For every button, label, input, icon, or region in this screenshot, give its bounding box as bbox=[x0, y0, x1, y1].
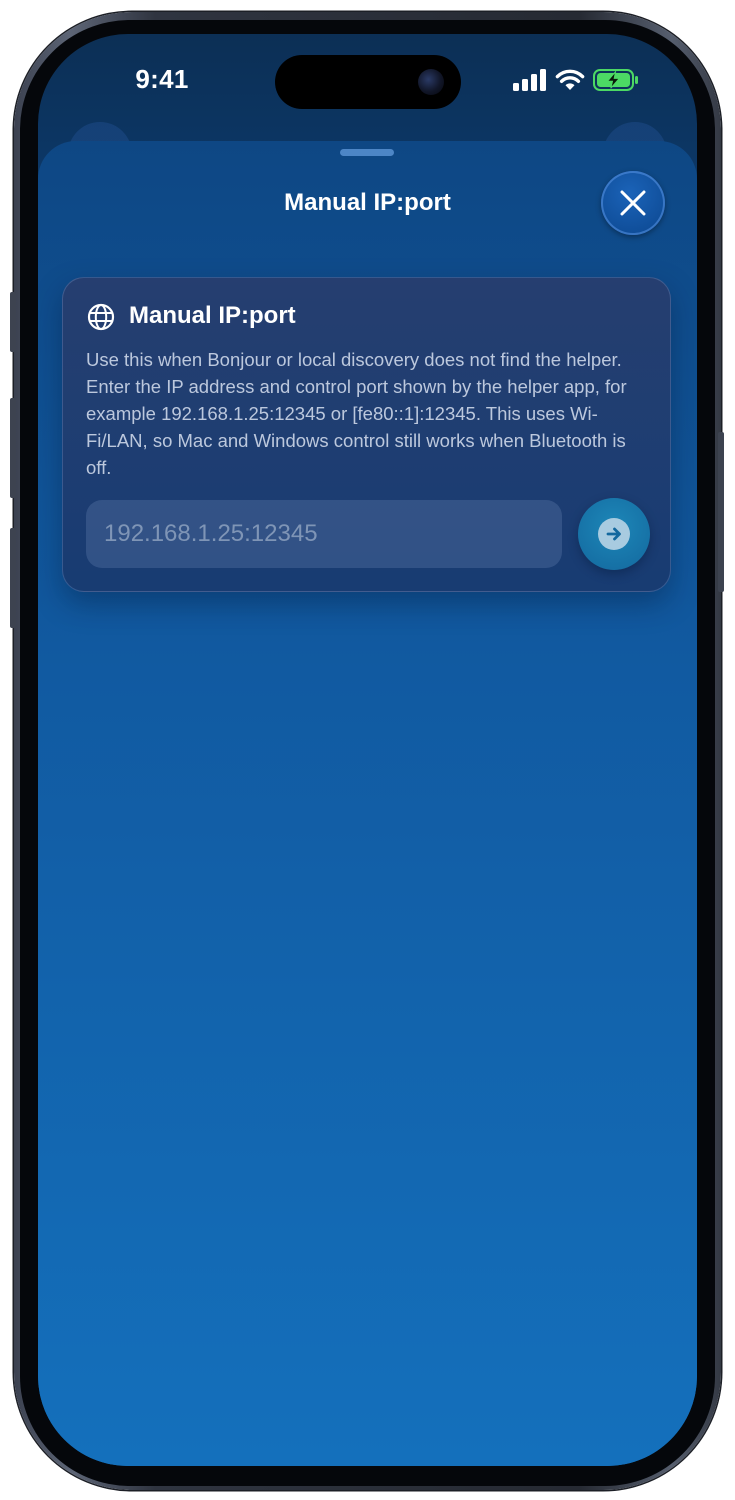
power-button bbox=[718, 432, 724, 592]
status-bar: 9:41 bbox=[38, 34, 697, 129]
volume-up-button bbox=[10, 398, 16, 498]
camera-icon bbox=[418, 69, 444, 95]
cellular-signal-icon bbox=[513, 69, 546, 91]
card-title: Manual IP:port bbox=[129, 302, 296, 329]
status-icons bbox=[513, 68, 639, 92]
bottom-sheet: Manual IP:port Manual IP:port Use this w… bbox=[38, 141, 697, 1466]
arrow-right-circle-icon bbox=[598, 518, 630, 550]
card-description: Use this when Bonjour or local discovery… bbox=[86, 349, 627, 478]
connect-button[interactable] bbox=[578, 498, 650, 570]
close-button[interactable] bbox=[601, 171, 665, 235]
wifi-icon bbox=[555, 69, 585, 90]
sheet-grabber[interactable] bbox=[340, 149, 394, 156]
dynamic-island bbox=[275, 55, 461, 109]
volume-down-button bbox=[10, 528, 16, 628]
manual-ip-card: Manual IP:port Use this when Bonjour or … bbox=[62, 277, 671, 592]
status-time: 9:41 bbox=[135, 64, 189, 94]
ip-port-input[interactable] bbox=[86, 500, 562, 568]
battery-charging-icon bbox=[593, 69, 638, 91]
globe-icon bbox=[87, 303, 115, 331]
action-button bbox=[10, 292, 16, 352]
sheet-title: Manual IP:port bbox=[284, 189, 451, 216]
screen: 9:41 Manual IP:port Manual IP:port Use t… bbox=[38, 34, 697, 1466]
close-icon bbox=[620, 190, 646, 216]
